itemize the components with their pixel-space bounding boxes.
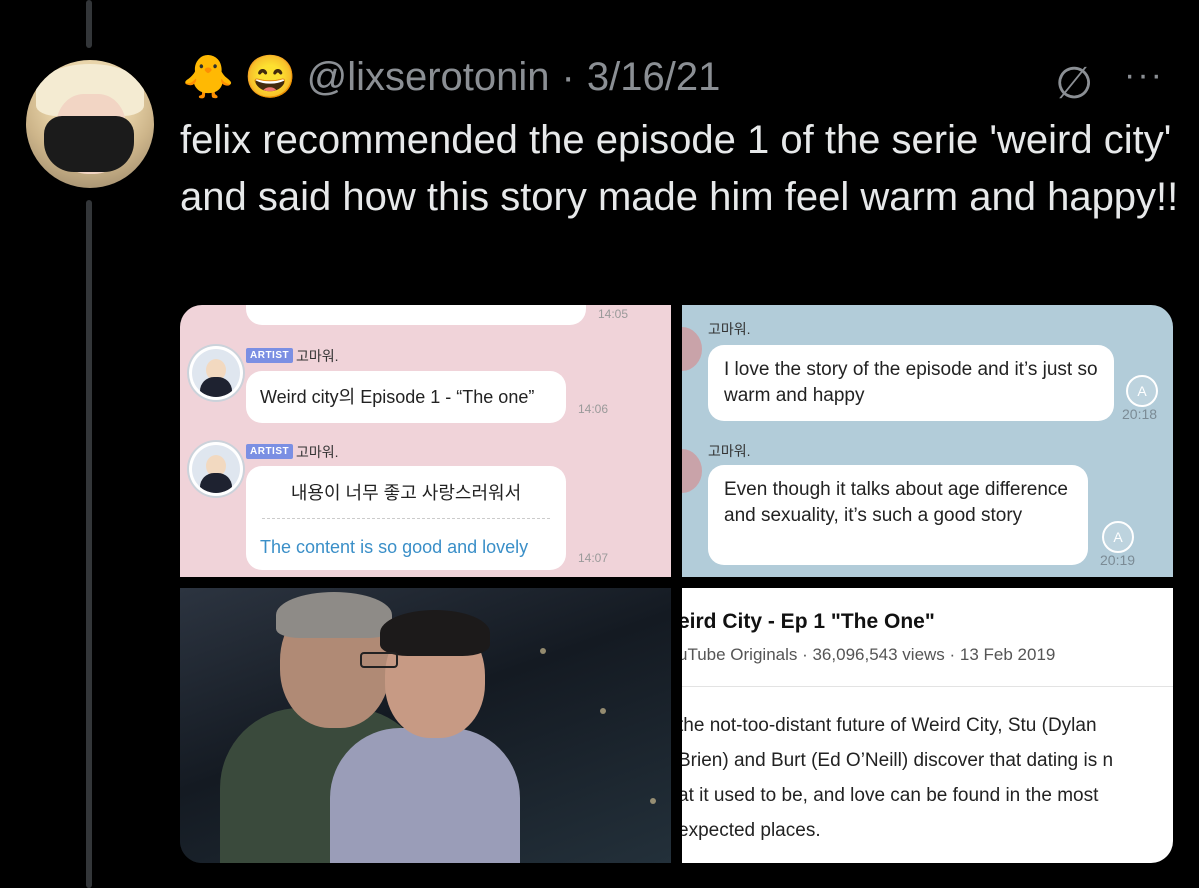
separator-dot: · <box>561 54 575 99</box>
message-time: 20:18 <box>1122 406 1158 422</box>
replay-icon[interactable]: A <box>1126 375 1158 407</box>
divider <box>262 518 550 519</box>
sender-name: 고마워. <box>296 348 339 364</box>
message-text: I love the story of the episode and it’s… <box>724 359 1098 406</box>
artist-avatar <box>192 445 240 493</box>
thread-line-top <box>86 0 92 48</box>
background-light <box>650 798 656 804</box>
person-figure <box>276 592 392 638</box>
user-handle[interactable]: @lixserotonin <box>307 55 550 100</box>
avatar[interactable] <box>26 60 154 188</box>
chat-bubble: Even though it talks about age differenc… <box>708 465 1088 565</box>
thread-line-bottom <box>86 200 92 888</box>
video-still-image[interactable] <box>180 588 671 863</box>
description-line: expected places. <box>682 820 821 841</box>
chat-bubble: Weird city의 Episode 1 - “The one” <box>246 371 566 423</box>
message-time: 20:19 <box>1100 552 1136 568</box>
artist-avatar <box>192 349 240 397</box>
person-figure <box>330 728 520 863</box>
empty-set-icon[interactable]: ∅ <box>1055 58 1093 109</box>
message-translation: The content is so good and lovely <box>260 537 529 557</box>
video-meta: uTube Originals · 36,096,543 views · 13 … <box>682 645 1056 664</box>
sender-avatar <box>682 327 702 371</box>
tweet-header: 🐥 😄 @lixserotonin · 3/16/21 <box>182 52 720 102</box>
blue-chat-screenshot[interactable]: 고마워. I love the story of the episode and… <box>682 305 1173 577</box>
divider <box>682 686 1173 687</box>
chick-emoji: 🐥 <box>182 53 235 100</box>
media-grid[interactable]: 14:05 ARTIST 고마워. Weird city의 Episode 1 … <box>180 305 1173 863</box>
description-line: at it used to be, and love can be found … <box>682 785 1099 806</box>
glasses <box>360 652 398 668</box>
message-time: 14:05 <box>598 307 629 321</box>
replay-icon[interactable]: A <box>1102 521 1134 553</box>
pink-chat-screenshot[interactable]: 14:05 ARTIST 고마워. Weird city의 Episode 1 … <box>180 305 671 577</box>
sender-avatar <box>682 449 702 493</box>
background-light <box>600 708 606 714</box>
cut-off-bubble <box>246 305 586 325</box>
youtube-description-screenshot[interactable]: eird City - Ep 1 "The One" uTube Origina… <box>682 588 1173 863</box>
sender-name: 고마워. <box>296 444 339 460</box>
description-line: Brien) and Burt (Ed O’Neill) discover th… <box>682 750 1114 771</box>
sender-name: 고마워. <box>708 443 751 459</box>
background-light <box>540 648 546 654</box>
artist-badge: ARTIST <box>246 444 294 459</box>
message-text: Even though it talks about age differenc… <box>724 479 1069 526</box>
artist-badge: ARTIST <box>246 348 294 363</box>
chat-bubble: 내용이 너무 좋고 사랑스러워서 The content is so good … <box>246 466 566 570</box>
sender-name: 고마워. <box>708 321 751 337</box>
description-line: the not-too-distant future of Weird City… <box>682 715 1097 736</box>
message-time: 14:06 <box>578 402 609 416</box>
video-title: eird City - Ep 1 "The One" <box>682 610 935 633</box>
tweet-date[interactable]: 3/16/21 <box>587 55 720 100</box>
message-time: 14:07 <box>578 551 609 565</box>
tweet-text: felix recommended the episode 1 of the s… <box>180 118 1179 219</box>
smile-emoji: 😄 <box>244 53 297 100</box>
video-description: the not-too-distant future of Weird City… <box>682 708 1173 848</box>
more-icon[interactable]: ··· <box>1124 56 1164 95</box>
chat-bubble: I love the story of the episode and it’s… <box>708 345 1114 421</box>
message-korean: 내용이 너무 좋고 사랑스러워서 <box>290 483 522 503</box>
person-figure <box>380 610 490 656</box>
message-text: Weird city의 Episode 1 - “The one” <box>260 387 535 407</box>
